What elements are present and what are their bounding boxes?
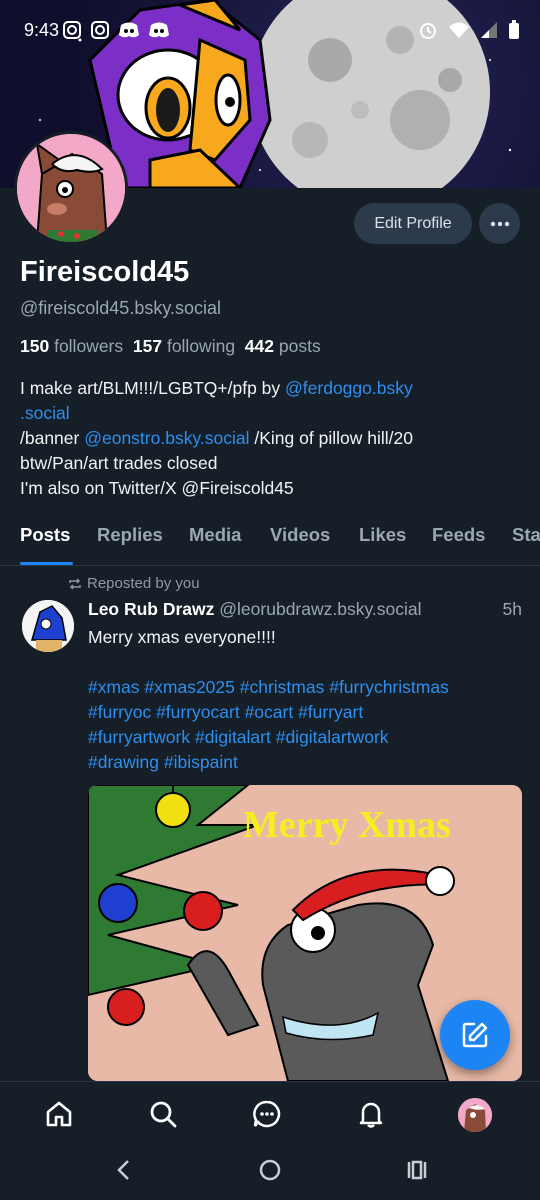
posts-count: 442 (244, 336, 274, 356)
tab-posts[interactable]: Posts (20, 524, 70, 546)
hashtag-line[interactable]: #furryartwork #digitalart #digitalartwor… (88, 725, 528, 750)
tab-media[interactable]: Media (189, 524, 241, 546)
edit-profile-button[interactable]: Edit Profile (354, 203, 472, 244)
nav-notifications[interactable] (354, 1097, 388, 1131)
repost-label: Reposted by you (87, 575, 200, 592)
post-text: Merry xmas everyone!!!! (88, 627, 276, 647)
nav-chat[interactable] (250, 1097, 284, 1131)
tab-videos[interactable]: Videos (270, 524, 330, 546)
post-timestamp[interactable]: 5h (503, 599, 522, 620)
bio-link-ferdoggo[interactable]: @ferdoggo.bsky (285, 378, 413, 398)
avatar-thumbnail (458, 1098, 492, 1132)
discord-icon (119, 22, 139, 38)
bio-text: I'm also on Twitter/X @Fireiscold45 (20, 478, 294, 498)
tab-likes[interactable]: Likes (359, 524, 406, 546)
system-navigation-bar (0, 1146, 540, 1200)
instagram-icon (63, 21, 81, 39)
tab-starter-packs[interactable]: Sta (512, 524, 540, 546)
image-caption: Merry Xmas (243, 804, 451, 846)
notifications-icon (359, 1102, 383, 1128)
nav-profile-avatar[interactable] (458, 1098, 492, 1132)
chat-icon (253, 1100, 281, 1128)
following-label: following (166, 336, 236, 356)
followers-link[interactable]: 150 followers (20, 336, 123, 356)
profile-tabs: Posts Replies Media Videos Likes Feeds S… (0, 520, 540, 566)
instagram-icon (91, 21, 109, 39)
profile-avatar[interactable] (14, 131, 128, 245)
tab-replies[interactable]: Replies (97, 524, 163, 546)
repost-icon (69, 577, 81, 590)
avatar-art (17, 134, 125, 242)
profile-bio: I make art/BLM!!!/LGBTQ+/pfp by @ferdogg… (20, 376, 520, 501)
profile-stats: 150 followers 157 following 442 posts (20, 336, 321, 357)
post-author-name[interactable]: Leo Rub Drawz (88, 599, 214, 619)
bio-text: btw/Pan/art trades closed (20, 453, 218, 473)
tab-feeds[interactable]: Feeds (432, 524, 485, 546)
search-icon (150, 1101, 177, 1128)
active-tab-indicator (20, 562, 73, 565)
battery-icon (509, 20, 519, 39)
status-bar: 9:43 (0, 0, 540, 64)
hashtag-line[interactable]: #drawing #ibispaint (88, 750, 528, 775)
bio-link-eonstro[interactable]: @eonstro.bsky.social (84, 428, 249, 448)
repost-indicator[interactable]: Reposted by you (68, 575, 200, 592)
posts-label: posts (278, 336, 321, 356)
back-icon[interactable] (114, 1158, 134, 1182)
hashtag-line[interactable]: #furryoc #furryocart #ocart #furryart (88, 700, 528, 725)
more-options-button[interactable] (479, 203, 520, 244)
signal-icon (481, 22, 497, 38)
bio-text: I make art/BLM!!!/LGBTQ+/pfp by (20, 378, 286, 398)
bio-text: /King of pillow hill/20 (249, 428, 413, 448)
alarm-icon (420, 23, 436, 39)
post-hashtags: #xmas #xmas2025 #christmas #furrychristm… (88, 675, 528, 775)
display-name: Fireiscold45 (20, 256, 190, 288)
status-time: 9:43 (24, 20, 60, 40)
home-button-icon[interactable] (258, 1158, 282, 1182)
nav-home[interactable] (42, 1097, 76, 1131)
compose-icon (462, 1022, 488, 1048)
discord-icon (149, 22, 169, 38)
followers-count: 150 (20, 336, 50, 356)
more-icon (490, 221, 509, 226)
hashtag-line[interactable]: #xmas #xmas2025 #christmas #furrychristm… (88, 675, 528, 700)
post-author-handle[interactable]: @leorubdrawz.bsky.social (219, 599, 421, 619)
bio-text: /banner (20, 428, 85, 448)
author-avatar-art (22, 600, 74, 652)
wifi-icon (449, 22, 469, 38)
compose-post-button[interactable] (440, 1000, 510, 1070)
post-author-avatar[interactable] (22, 600, 74, 652)
bottom-navigation (0, 1081, 540, 1146)
following-count: 157 (132, 336, 163, 356)
home-icon (46, 1101, 72, 1127)
nav-search[interactable] (146, 1097, 180, 1131)
profile-handle: @fireiscold45.bsky.social (20, 298, 222, 318)
post-header: Leo Rub Drawz @leorubdrawz.bsky.social 5… (88, 599, 522, 620)
following-link[interactable]: 157 following (133, 336, 235, 356)
followers-label: followers (54, 336, 124, 356)
recents-icon[interactable] (405, 1158, 429, 1182)
bio-link-ferdoggo-cont[interactable]: .social (20, 403, 70, 423)
